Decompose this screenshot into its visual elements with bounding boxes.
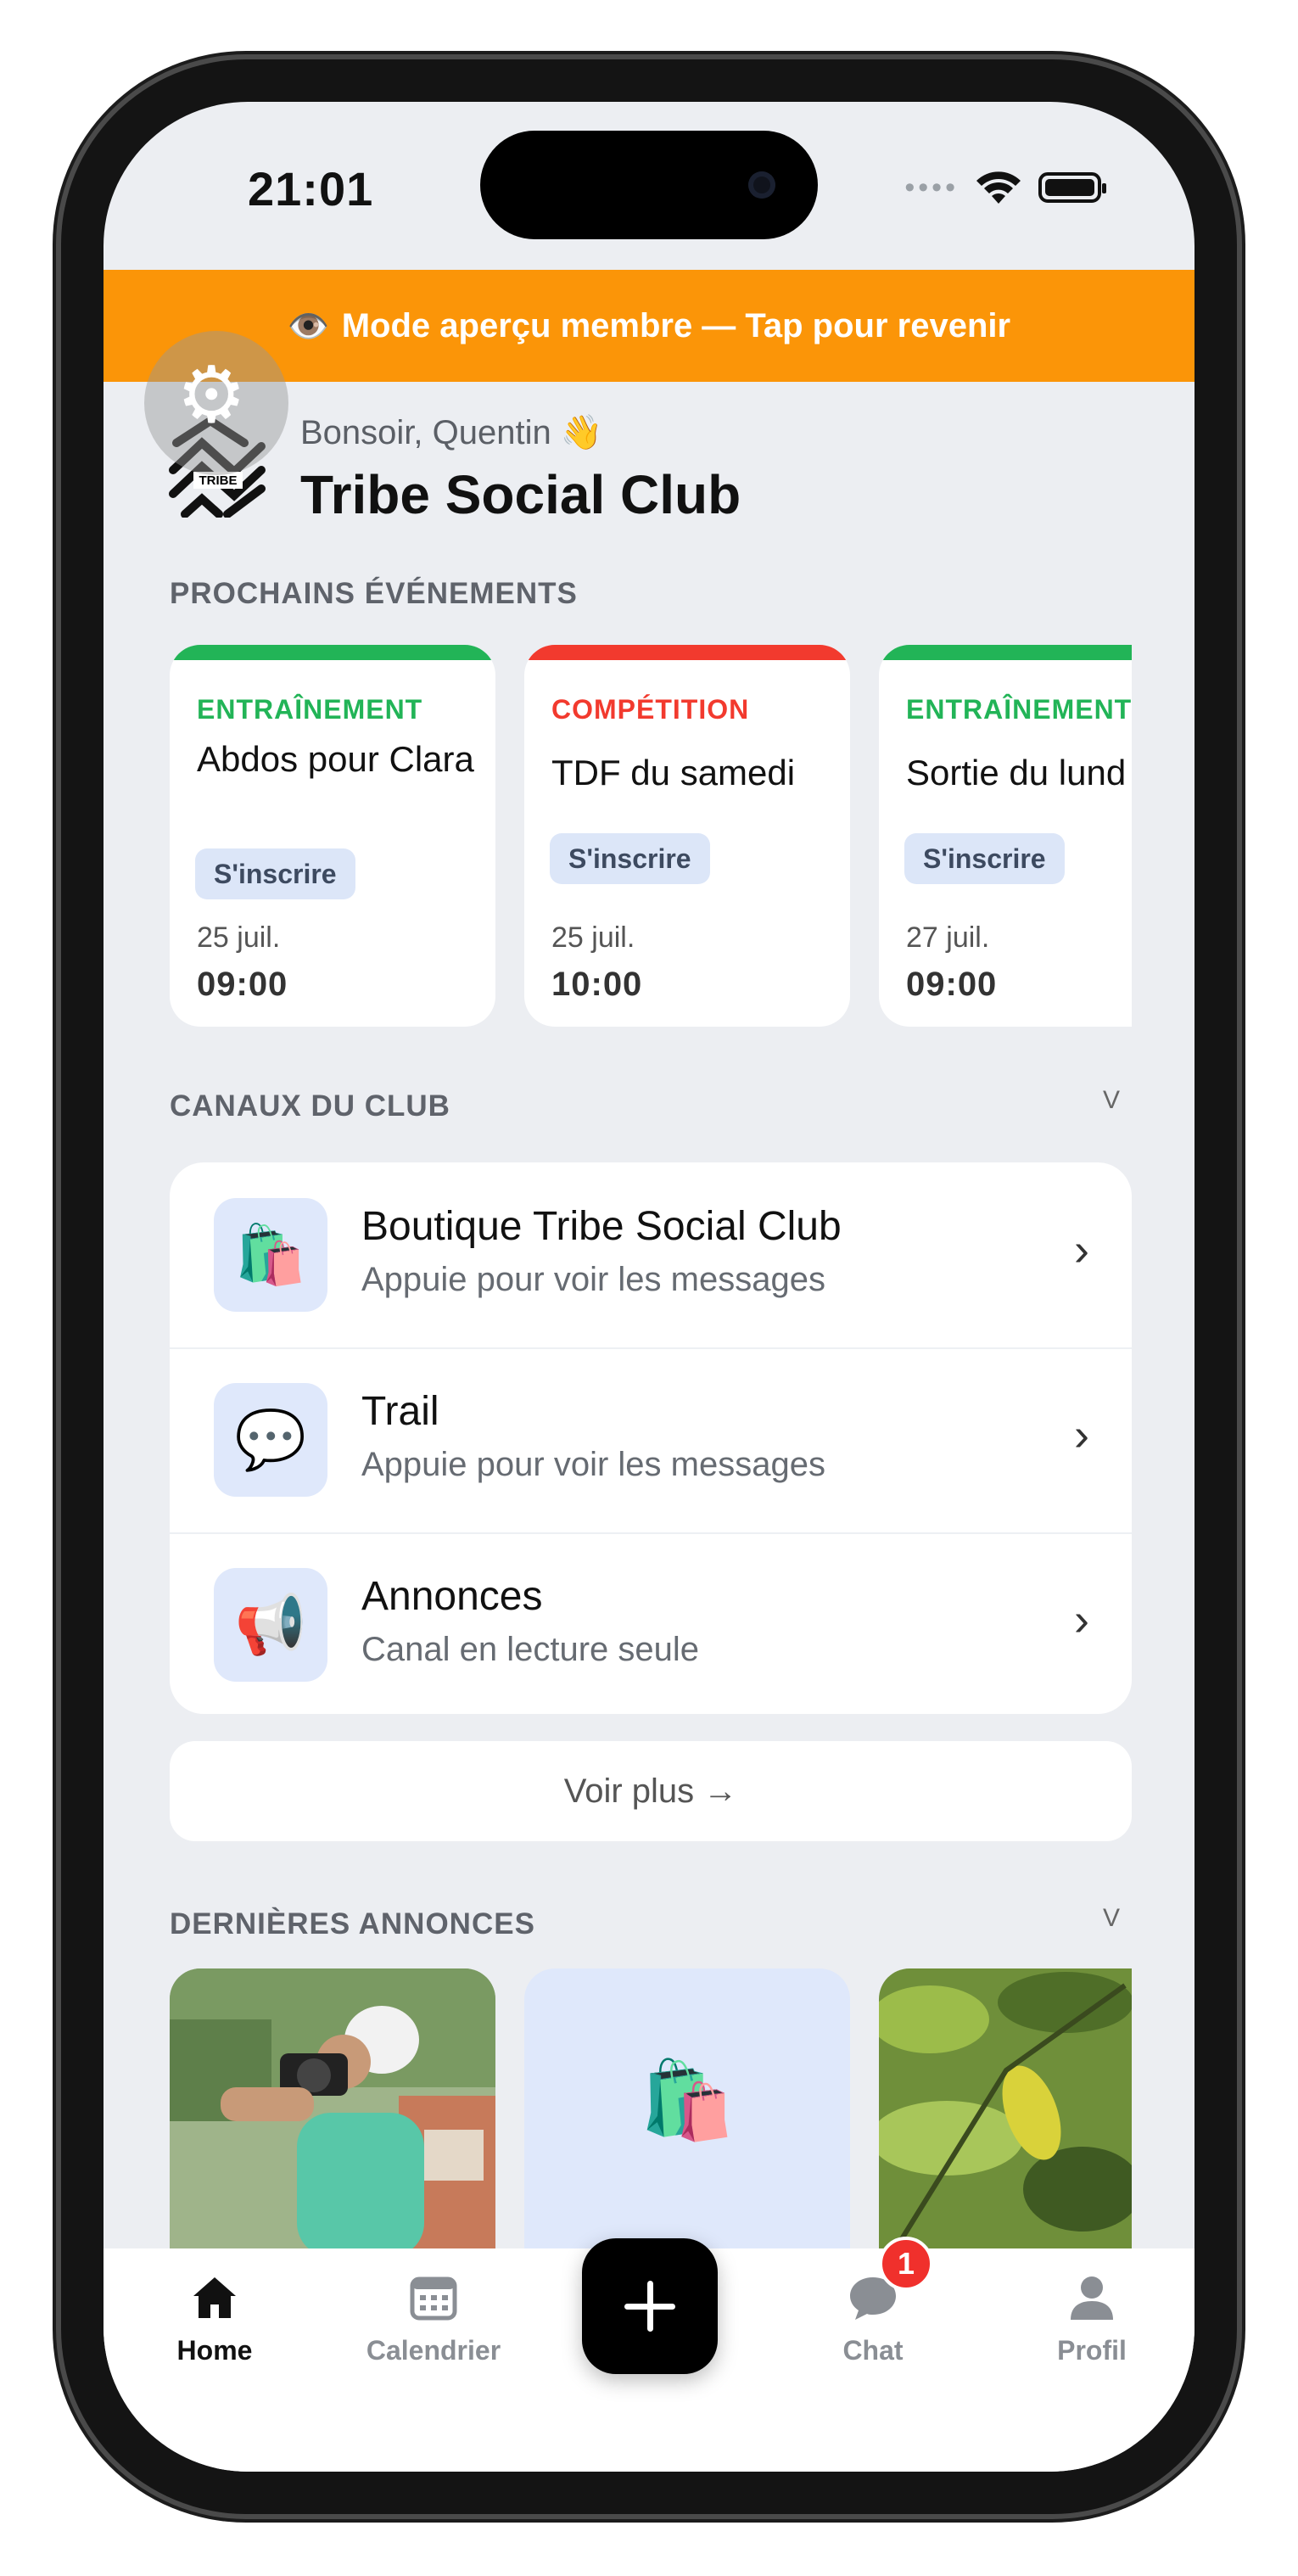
announcement-photo-cyclist[interactable] — [170, 1968, 495, 2257]
calendar-icon — [410, 2276, 457, 2321]
announcement-photo-plant[interactable] — [879, 1968, 1132, 2257]
chevron-right-icon: › — [1074, 1594, 1089, 1645]
screen: 21:01 •••• 👁️ Mode aperçu membre — Tap p… — [104, 102, 1194, 2472]
tab-calendar[interactable]: Calendrier — [344, 2274, 523, 2366]
tab-calendar-label: Calendrier — [366, 2335, 501, 2366]
event-category-strip — [170, 645, 495, 660]
gear-icon: ⚙ — [176, 352, 247, 439]
cyclist-photo — [170, 1968, 495, 2257]
channels-list: 🛍️ Boutique Tribe Social Club Appuie pou… — [170, 1162, 1132, 1714]
see-more-button[interactable]: Voir plus → — [170, 1741, 1132, 1841]
tab-chat-label: Chat — [842, 2335, 904, 2366]
wifi-icon — [976, 171, 1021, 204]
speech-bubble-icon: 💬 — [214, 1383, 327, 1497]
power-button — [1237, 789, 1245, 1061]
signal-icon: •••• — [904, 171, 959, 204]
tab-home-label: Home — [176, 2335, 253, 2366]
channels-collapse-toggle[interactable]: V — [1103, 1086, 1120, 1115]
register-button[interactable]: S'inscrire — [904, 833, 1065, 884]
announcements-collapse-toggle[interactable]: V — [1103, 1904, 1120, 1933]
dynamic-island — [480, 131, 818, 239]
register-button[interactable]: S'inscrire — [550, 833, 710, 884]
event-card[interactable]: ENTRAÎNEMENT Abdos pour Clara S'inscrire… — [170, 645, 495, 1027]
event-category: ENTRAÎNEMENT — [906, 694, 1132, 725]
plant-photo — [879, 1968, 1132, 2257]
announcement-shop-card[interactable]: 🛍️ — [524, 1968, 850, 2257]
event-time: 10:00 — [551, 966, 643, 1003]
eye-icon: 👁️ — [287, 307, 330, 345]
event-date: 25 juil. — [197, 921, 281, 954]
add-button[interactable] — [582, 2238, 718, 2374]
event-time: 09:00 — [197, 966, 288, 1003]
event-card[interactable]: ENTRAÎNEMENT Sortie du lund S'inscrire 2… — [879, 645, 1132, 1027]
channels-section-title: CANAUX DU CLUB — [170, 1089, 450, 1123]
event-category: ENTRAÎNEMENT — [197, 694, 423, 725]
battery-icon — [1038, 172, 1106, 203]
settings-button[interactable]: ⚙ — [144, 331, 288, 475]
channel-subtitle: Appuie pour voir les messages — [361, 1261, 825, 1298]
event-date: 27 juil. — [906, 921, 990, 954]
club-name: Tribe Social Club — [300, 464, 741, 525]
status-time: 21:01 — [248, 162, 374, 216]
greeting-text: Bonsoir, Quentin 👋 — [300, 414, 603, 451]
person-icon — [1071, 2276, 1113, 2320]
event-title: TDF du samedi — [551, 753, 796, 792]
logo-text: TRIBE — [199, 473, 238, 488]
action-button — [53, 502, 61, 594]
channel-subtitle: Canal en lecture seule — [361, 1631, 700, 1668]
event-category: COMPÉTITION — [551, 694, 750, 725]
banner-text: Mode aperçu membre — Tap pour revenir — [341, 306, 1011, 344]
event-category-strip — [524, 645, 850, 660]
event-card[interactable]: COMPÉTITION TDF du samedi S'inscrire 25 … — [524, 645, 850, 1027]
channel-title: Trail — [361, 1389, 439, 1434]
event-time: 09:00 — [906, 966, 998, 1003]
events-section-title: PROCHAINS ÉVÉNEMENTS — [170, 577, 578, 610]
home-icon — [193, 2277, 236, 2318]
front-camera — [748, 171, 775, 199]
event-title: Abdos pour Clara — [197, 739, 474, 779]
chat-unread-badge: 1 — [879, 2237, 933, 2291]
channel-title: Boutique Tribe Social Club — [361, 1204, 842, 1249]
tab-profile[interactable]: Profil — [1003, 2274, 1181, 2366]
channel-row[interactable]: 💬 Trail Appuie pour voir les messages › — [170, 1347, 1132, 1534]
announcements-section-title: DERNIÈRES ANNONCES — [170, 1907, 535, 1940]
event-category-strip — [879, 645, 1132, 660]
shopping-bags-icon: 🛍️ — [639, 2058, 736, 2143]
event-date: 25 juil. — [551, 921, 635, 954]
channel-subtitle: Appuie pour voir les messages — [361, 1446, 825, 1483]
shopping-bags-icon: 🛍️ — [214, 1198, 327, 1312]
tab-chat[interactable]: Chat — [784, 2274, 962, 2366]
tab-profile-label: Profil — [1057, 2335, 1127, 2366]
volume-up-button — [53, 670, 61, 840]
channel-row[interactable]: 📢 Annonces Canal en lecture seule › — [170, 1532, 1132, 1714]
tab-home[interactable]: Home — [126, 2274, 304, 2366]
channel-title: Annonces — [361, 1574, 543, 1619]
status-icons: •••• — [904, 170, 1106, 205]
volume-down-button — [53, 891, 61, 1061]
event-title: Sortie du lund — [906, 753, 1127, 792]
megaphone-icon: 📢 — [214, 1568, 327, 1682]
channel-row[interactable]: 🛍️ Boutique Tribe Social Club Appuie pou… — [170, 1162, 1132, 1349]
chevron-right-icon: › — [1074, 1409, 1089, 1460]
chevron-right-icon: › — [1074, 1224, 1089, 1275]
register-button[interactable]: S'inscrire — [195, 848, 355, 899]
